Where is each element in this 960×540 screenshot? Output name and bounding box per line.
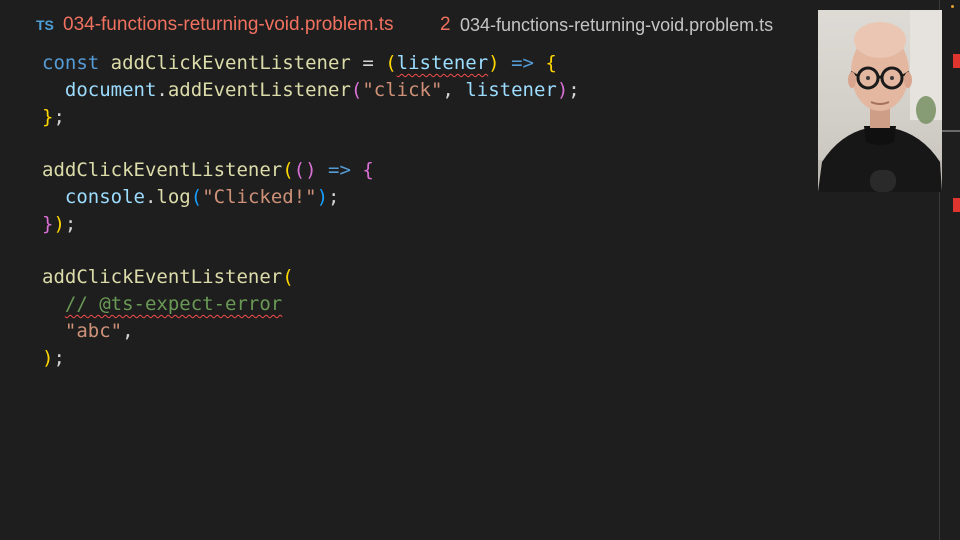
token-arrow: => xyxy=(499,52,546,74)
token-paren: ) xyxy=(42,346,54,369)
token-variable: listener xyxy=(465,78,557,101)
token-semicolon: ; xyxy=(568,78,580,101)
tab-file-path: 034-functions-returning-void.problem.ts xyxy=(460,15,774,35)
token-paren: ) xyxy=(556,78,569,101)
code-line-4[interactable] xyxy=(42,132,580,159)
viewport-marker xyxy=(940,130,960,132)
token-paren: ) xyxy=(316,185,329,208)
token-method: log xyxy=(156,185,191,208)
code-line-2[interactable]: document.addEventListener("click", liste… xyxy=(42,79,580,106)
token-semicolon: ; xyxy=(53,346,65,369)
warning-dot-marker xyxy=(951,5,954,8)
problem-count-badge: 2 xyxy=(440,14,451,35)
token-string: "abc" xyxy=(64,319,123,342)
token-brace: { xyxy=(362,159,374,182)
token-function-call: addClickEventListener xyxy=(42,159,283,182)
token-paren: ( xyxy=(293,159,306,182)
token-string: "Clicked!" xyxy=(202,185,317,208)
token-dot: . xyxy=(156,78,168,101)
typescript-file-icon: TS xyxy=(36,17,54,33)
token-object: document xyxy=(64,78,157,101)
code-line-10[interactable]: // @ts-expect-error xyxy=(42,293,580,320)
token-dot: . xyxy=(144,185,157,208)
token-arrow: => xyxy=(316,159,363,182)
tab-title[interactable]: 034-functions-returning-void.problem.ts xyxy=(63,14,394,36)
error-squiggle-comment[interactable]: // @ts-expect-error xyxy=(65,293,282,315)
error-marker-bottom[interactable] xyxy=(953,198,960,212)
error-squiggle-listener[interactable]: listener xyxy=(397,52,489,74)
token-keyword: const xyxy=(42,52,100,74)
token-paren: ) xyxy=(488,52,500,74)
token-semicolon: ; xyxy=(328,185,340,208)
token-paren: ( xyxy=(350,78,363,101)
token-method: addEventListener xyxy=(167,78,351,101)
presenter-webcam-overlay xyxy=(818,10,942,192)
code-editor[interactable]: const addClickEventListener = (listener)… xyxy=(42,52,580,374)
code-line-5[interactable]: addClickEventListener(() => { xyxy=(42,159,580,186)
code-line-7[interactable]: }); xyxy=(42,213,580,240)
code-line-12[interactable]: ); xyxy=(42,347,580,374)
code-line-9[interactable]: addClickEventListener( xyxy=(42,266,580,293)
presenter-portrait xyxy=(818,10,942,192)
code-line-3[interactable]: }; xyxy=(42,106,580,133)
token-paren: ) xyxy=(305,159,317,182)
token-paren: ) xyxy=(53,212,65,235)
token-semicolon: ; xyxy=(64,212,77,235)
token-operator: = xyxy=(350,52,386,74)
token-comma: , xyxy=(442,78,466,101)
token-object: console xyxy=(64,185,145,208)
code-line-6[interactable]: console.log("Clicked!"); xyxy=(42,186,580,213)
token-function-call: addClickEventListener xyxy=(42,266,283,289)
editor-tab[interactable]: TS 034-functions-returning-void.problem.… xyxy=(0,0,810,52)
token-brace: { xyxy=(545,52,557,74)
error-marker-top[interactable] xyxy=(953,54,960,68)
token-paren: ( xyxy=(385,52,397,74)
token-brace: } xyxy=(42,105,54,128)
token-comma: , xyxy=(122,319,134,342)
token-semicolon: ; xyxy=(53,105,65,128)
code-line-1[interactable]: const addClickEventListener = (listener)… xyxy=(42,52,580,79)
token-brace: } xyxy=(42,212,54,235)
token-paren: ( xyxy=(282,159,294,182)
token-string: "click" xyxy=(362,78,443,101)
token-paren: ( xyxy=(190,185,203,208)
code-line-8[interactable] xyxy=(42,240,580,267)
token-function-name: addClickEventListener xyxy=(110,52,351,74)
code-line-11[interactable]: "abc", xyxy=(42,320,580,347)
token-paren: ( xyxy=(282,266,294,289)
